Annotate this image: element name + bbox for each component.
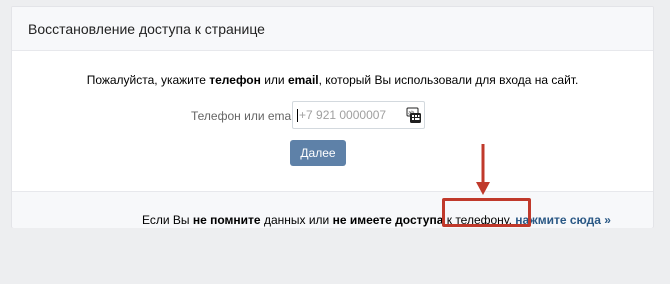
phone-email-field[interactable]: ab (292, 101, 425, 129)
instruction-part: , который Вы использовали для входа на с… (318, 73, 579, 87)
phone-email-label: Телефон или email (191, 109, 297, 123)
card-header: Восстановление доступа к странице (12, 7, 653, 51)
footer-bold-dont-remember: не помните (192, 213, 261, 227)
instruction-text: Пожалуйста, укажите телефон или email, к… (12, 73, 653, 87)
arrow-down-icon (476, 144, 490, 195)
instruction-part: Пожалуйста, укажите (86, 73, 210, 87)
page-title: Восстановление доступа к странице (28, 21, 265, 37)
annotation-highlight-box (442, 198, 531, 227)
footer-bar: Если Вы не помните данных или не имеете … (12, 191, 653, 228)
footer-bold-no-access: не имеете доступа (332, 213, 444, 227)
restore-access-card: Восстановление доступа к странице Пожалу… (11, 6, 654, 228)
footer-part: Если Вы (142, 213, 193, 227)
keyboard-layout-icon[interactable]: ab (406, 107, 422, 124)
instruction-bold-phone: телефон (209, 73, 261, 87)
footer-part: данных или (260, 213, 333, 227)
phone-email-input[interactable] (293, 102, 403, 128)
instruction-bold-email: email (287, 73, 319, 87)
next-button[interactable]: Далее (290, 140, 346, 166)
footer-text: Если Вы не помните данных или не имеете … (142, 213, 611, 227)
instruction-part: или (260, 73, 288, 87)
text-caret (297, 109, 298, 122)
